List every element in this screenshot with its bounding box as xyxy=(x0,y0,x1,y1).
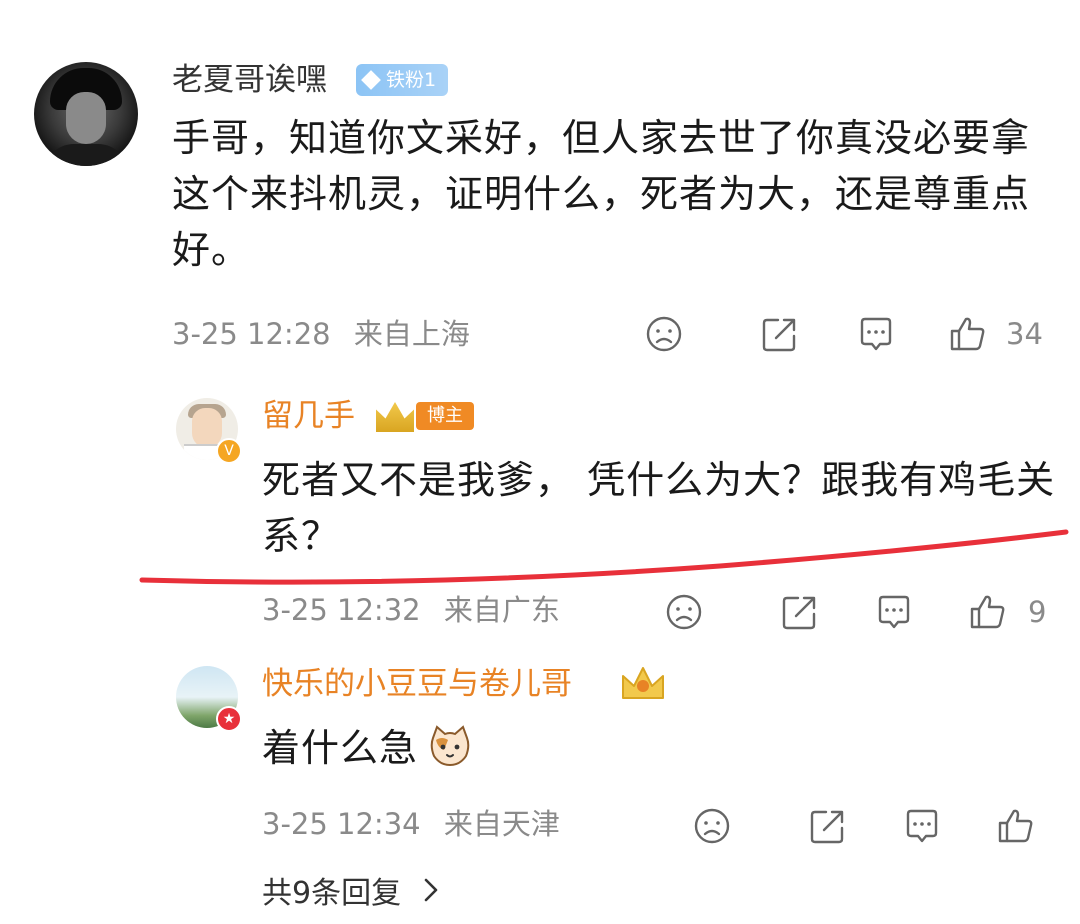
thumbs-up-icon[interactable] xyxy=(948,314,988,354)
verified-v-icon: V xyxy=(216,438,242,464)
sad-face-icon[interactable] xyxy=(644,314,684,354)
comment-date: 3-25 12:34 xyxy=(262,807,421,841)
cat-emoji-icon xyxy=(430,725,470,767)
crown-icon xyxy=(376,402,414,432)
reply-username[interactable]: 留几手 xyxy=(262,396,355,436)
share-icon[interactable] xyxy=(780,592,820,632)
chevron-right-icon xyxy=(423,872,439,916)
avatar-face xyxy=(66,92,106,144)
comment-location: 来自天津 xyxy=(443,807,560,841)
comment-date: 3-25 12:28 xyxy=(172,317,331,351)
crown-icon xyxy=(622,667,664,699)
like-count: 34 xyxy=(1006,317,1043,351)
comment-location: 来自上海 xyxy=(353,317,470,351)
comment-location: 来自广东 xyxy=(443,593,560,627)
thumbs-up-icon[interactable] xyxy=(996,806,1036,846)
main-comment-username[interactable]: 老夏哥诶嘿 xyxy=(172,60,327,100)
fan-level-badge: 铁粉1 xyxy=(356,64,448,96)
sad-face-icon[interactable] xyxy=(692,806,732,846)
comment-icon[interactable] xyxy=(856,314,896,354)
more-replies-label: 共9条回复 xyxy=(262,876,402,911)
reply-meta: 3-25 12:32 来自广东 xyxy=(262,590,560,630)
avatar-body xyxy=(44,144,128,166)
thumbs-up-icon[interactable] xyxy=(968,592,1008,632)
comment-date: 3-25 12:32 xyxy=(262,593,421,627)
author-badge: 博主 xyxy=(376,400,476,432)
main-comment-meta: 3-25 12:28 来自上海 xyxy=(172,314,470,354)
comment-thread: 老夏哥诶嘿 铁粉1 手哥，知道你文采好，但人家去世了你真没必要拿这个来抖机灵，证… xyxy=(0,0,1080,924)
share-icon[interactable] xyxy=(808,806,848,846)
share-icon[interactable] xyxy=(760,314,800,354)
star-badge-icon: ★ xyxy=(216,706,242,732)
diamond-icon xyxy=(361,70,381,90)
comment-icon[interactable] xyxy=(874,592,914,632)
comment-icon[interactable] xyxy=(902,806,942,846)
reply-text: 着什么急 xyxy=(262,726,419,770)
avatar-face xyxy=(192,408,222,448)
reply-text: 死者又不是我爹， 凭什么为大？跟我有鸡毛关系？ xyxy=(262,458,1056,558)
sad-face-icon[interactable] xyxy=(664,592,704,632)
reply-meta: 3-25 12:34 来自天津 xyxy=(262,804,560,844)
like-count: 9 xyxy=(1028,595,1047,629)
main-comment-text: 手哥，知道你文采好，但人家去世了你真没必要拿这个来抖机灵，证明什么，死者为大，还… xyxy=(172,116,1031,272)
view-more-replies-link[interactable]: 共9条回复 xyxy=(262,872,439,916)
reply-username[interactable]: 快乐的小豆豆与卷儿哥 xyxy=(262,664,572,704)
main-comment-avatar[interactable] xyxy=(34,62,138,166)
fan-badge-label: 铁粉1 xyxy=(386,69,437,91)
author-badge-label: 博主 xyxy=(416,402,474,430)
